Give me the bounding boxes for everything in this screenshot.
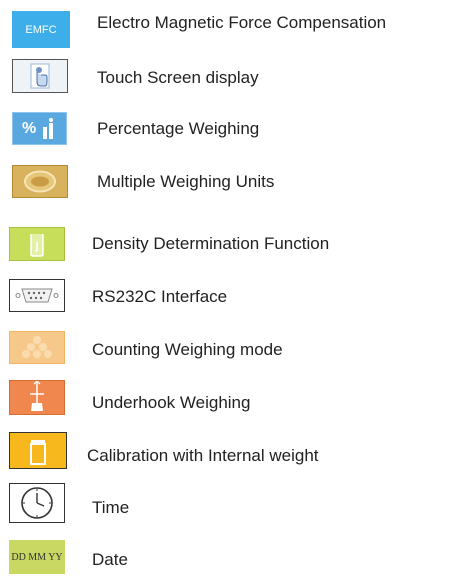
- feature-label: Counting Weighing mode: [92, 340, 283, 359]
- internal-weight-icon: [9, 432, 67, 469]
- counting-icon: [9, 331, 65, 364]
- feature-row-weighing-units: Multiple Weighing Units: [0, 160, 471, 200]
- feature-label: Calibration with Internal weight: [87, 446, 319, 465]
- feature-label: Touch Screen display: [97, 68, 259, 87]
- feature-label: Multiple Weighing Units: [97, 172, 275, 191]
- feature-label: Underhook Weighing: [92, 393, 251, 412]
- touch-hand-icon: [12, 59, 68, 93]
- underhook-icon: [9, 380, 65, 415]
- percentage-icon: %: [12, 112, 67, 145]
- emfc-icon-text: EMFC: [25, 23, 57, 36]
- feature-label: Date: [92, 550, 128, 569]
- density-beaker-icon: [9, 227, 65, 261]
- feature-row-density: Density Determination Function: [0, 223, 471, 263]
- feature-row-internal-weight: Calibration with Internal weight: [0, 432, 471, 472]
- feature-row-emfc: EMFC Electro Magnetic Force Compensation: [0, 0, 471, 48]
- feature-row-time: Time: [0, 483, 471, 523]
- feature-label: Electro Magnetic Force Compensation: [97, 13, 387, 32]
- feature-label: RS232C Interface: [92, 287, 228, 306]
- feature-row-date: DD MM YY Date: [0, 538, 471, 578]
- weighing-units-icon: [12, 165, 68, 198]
- emfc-icon: EMFC: [12, 11, 70, 48]
- date-icon: DD MM YY: [9, 540, 65, 574]
- feature-row-touch-screen: Touch Screen display: [0, 54, 471, 94]
- feature-label: Density Determination Function: [92, 234, 330, 253]
- feature-row-percentage: % Percentage Weighing: [0, 107, 471, 147]
- date-icon-text: DD MM YY: [11, 551, 63, 563]
- rs232c-connector-icon: [9, 279, 65, 312]
- clock-icon: [9, 483, 65, 523]
- feature-row-counting: Counting Weighing mode: [0, 327, 471, 367]
- feature-row-underhook: Underhook Weighing: [0, 380, 471, 420]
- feature-label: Time: [92, 498, 130, 517]
- feature-row-rs232c: RS232C Interface: [0, 275, 471, 315]
- feature-label: Percentage Weighing: [97, 119, 260, 138]
